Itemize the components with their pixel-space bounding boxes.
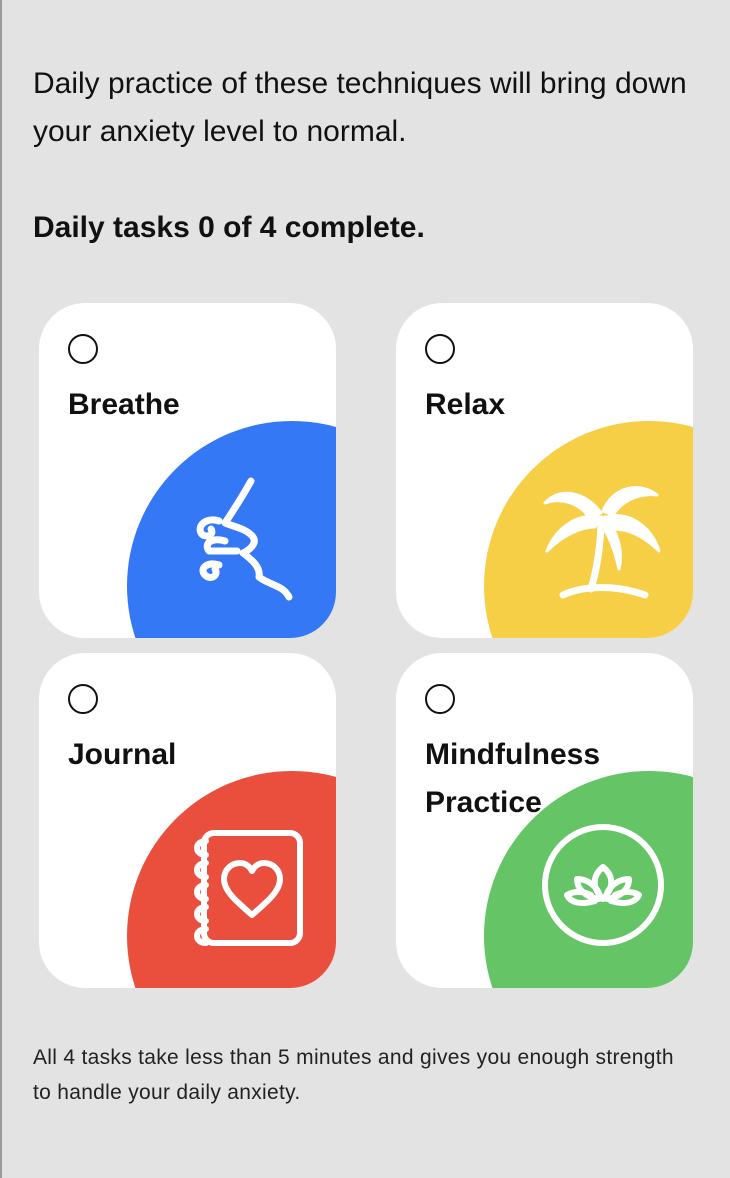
- task-checkbox-mindfulness-practice[interactable]: [425, 684, 455, 714]
- breathe-icon: [196, 477, 293, 601]
- lotus-icon: [542, 824, 664, 946]
- task-checkbox-journal[interactable]: [68, 684, 98, 714]
- intro-text: Daily practice of these techniques will …: [33, 67, 687, 148]
- task-checkbox-breathe[interactable]: [68, 334, 98, 364]
- task-title: Journal: [68, 738, 177, 771]
- task-card-journal[interactable]: Journal: [39, 653, 336, 988]
- task-checkbox-relax[interactable]: [425, 334, 455, 364]
- task-card-breathe[interactable]: Breathe: [39, 303, 336, 638]
- journal-heart-icon: [194, 830, 303, 946]
- progress-text: Daily tasks 0 of 4 complete.: [33, 211, 425, 244]
- task-title: Breathe: [68, 388, 180, 421]
- palm-tree-icon: [543, 486, 661, 599]
- window-edge: [0, 0, 2, 1178]
- task-title: Mindfulness Practice: [425, 738, 601, 819]
- task-card-relax[interactable]: Relax: [396, 303, 693, 638]
- task-card-mindfulness-practice[interactable]: Mindfulness Practice: [396, 653, 693, 988]
- task-title: Relax: [425, 388, 506, 421]
- footer-text: All 4 tasks take less than 5 minutes and…: [33, 1046, 674, 1104]
